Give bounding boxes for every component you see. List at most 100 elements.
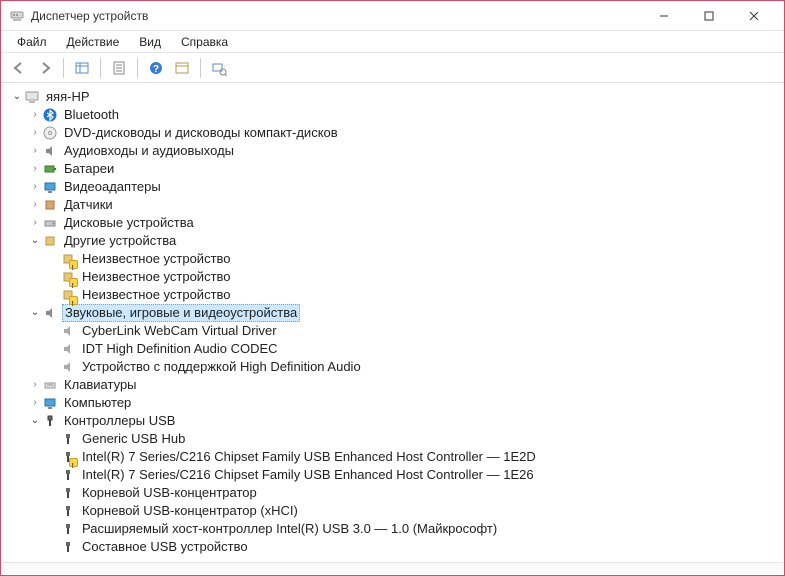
toolbar-separator bbox=[200, 58, 201, 78]
chevron-right-icon[interactable]: › bbox=[28, 198, 42, 212]
tree-node-label: Корневой USB-концентратор bbox=[80, 484, 259, 502]
scan-hardware-button[interactable] bbox=[207, 56, 231, 80]
menu-view[interactable]: Вид bbox=[131, 33, 169, 51]
help-button[interactable]: ? bbox=[144, 56, 168, 80]
tree-node-label: Другие устройства bbox=[62, 232, 178, 250]
tree-node-label: Видеоадаптеры bbox=[62, 178, 163, 196]
tree-category-sound[interactable]: ⌄ Звуковые, игровые и видеоустройства bbox=[6, 304, 783, 322]
display-adapter-icon bbox=[42, 179, 58, 195]
tree-node-label: Bluetooth bbox=[62, 106, 121, 124]
chevron-down-icon[interactable]: ⌄ bbox=[28, 306, 42, 320]
menu-help[interactable]: Справка bbox=[173, 33, 236, 51]
toolbar-separator bbox=[137, 58, 138, 78]
chevron-right-icon[interactable]: › bbox=[28, 162, 42, 176]
tree-node-label: Корневой USB-концентратор (xHCI) bbox=[80, 502, 300, 520]
tree-item-usb-device[interactable]: Расширяемый хост-контроллер Intel(R) USB… bbox=[6, 520, 783, 538]
chevron-down-icon[interactable]: ⌄ bbox=[28, 234, 42, 248]
menu-file[interactable]: Файл bbox=[9, 33, 55, 51]
title-bar: Диспетчер устройств bbox=[1, 1, 784, 31]
svg-text:?: ? bbox=[153, 64, 159, 75]
tree-node-label: Составное USB устройство bbox=[80, 538, 250, 556]
tree-node-label: CyberLink WebCam Virtual Driver bbox=[80, 322, 279, 340]
tree-node-label: Аудиовходы и аудиовыходы bbox=[62, 142, 236, 160]
tree-node-label: Intel(R) 7 Series/C216 Chipset Family US… bbox=[80, 448, 538, 466]
unknown-device-icon bbox=[60, 287, 76, 303]
tree-root[interactable]: ⌄ яяя-HP bbox=[6, 88, 783, 106]
tree-node-label: DVD-дисководы и дисководы компакт-дисков bbox=[62, 124, 340, 142]
tree-category-video-adapters[interactable]: › Видеоадаптеры bbox=[6, 178, 783, 196]
forward-button[interactable] bbox=[33, 56, 57, 80]
tree-category-bluetooth[interactable]: › Bluetooth bbox=[6, 106, 783, 124]
window-title: Диспетчер устройств bbox=[31, 9, 641, 23]
toolbar: ? bbox=[1, 53, 784, 83]
properties-button[interactable] bbox=[107, 56, 131, 80]
usb-device-icon bbox=[60, 503, 76, 519]
sound-device-icon bbox=[60, 359, 76, 375]
tree-node-label: Intel(R) 7 Series/C216 Chipset Family US… bbox=[80, 466, 536, 484]
tree-category-keyboards[interactable]: › Клавиатуры bbox=[6, 376, 783, 394]
usb-device-icon bbox=[60, 431, 76, 447]
close-button[interactable] bbox=[731, 2, 776, 30]
sound-icon bbox=[42, 305, 58, 321]
chevron-right-icon[interactable]: › bbox=[28, 126, 42, 140]
tree-category-disk-drives[interactable]: › Дисковые устройства bbox=[6, 214, 783, 232]
monitor-icon bbox=[42, 395, 58, 411]
tree-item-usb-device[interactable]: Intel(R) 7 Series/C216 Chipset Family US… bbox=[6, 448, 783, 466]
tree-item-usb-device[interactable]: Intel(R) 7 Series/C216 Chipset Family US… bbox=[6, 466, 783, 484]
chevron-right-icon[interactable]: › bbox=[28, 108, 42, 122]
tree-item-usb-device[interactable]: Generic USB Hub bbox=[6, 430, 783, 448]
chevron-right-icon[interactable]: › bbox=[28, 216, 42, 230]
status-bar bbox=[2, 562, 783, 574]
maximize-button[interactable] bbox=[686, 2, 731, 30]
computer-icon bbox=[24, 89, 40, 105]
show-hidden-button[interactable] bbox=[70, 56, 94, 80]
tree-node-label-selected: Звуковые, игровые и видеоустройства bbox=[62, 304, 300, 322]
tree-node-label: IDT High Definition Audio CODEC bbox=[80, 340, 280, 358]
tree-category-other[interactable]: ⌄ Другие устройства bbox=[6, 232, 783, 250]
usb-icon bbox=[42, 413, 58, 429]
usb-device-icon bbox=[60, 521, 76, 537]
tree-category-dvd[interactable]: › DVD-дисководы и дисководы компакт-диск… bbox=[6, 124, 783, 142]
toolbar-separator bbox=[63, 58, 64, 78]
speaker-icon bbox=[42, 143, 58, 159]
sensor-icon bbox=[42, 197, 58, 213]
tree-item-unknown-device[interactable]: Неизвестное устройство bbox=[6, 268, 783, 286]
window-controls bbox=[641, 2, 776, 30]
other-devices-icon bbox=[42, 233, 58, 249]
chevron-right-icon[interactable]: › bbox=[28, 378, 42, 392]
tree-category-usb[interactable]: ⌄ Контроллеры USB bbox=[6, 412, 783, 430]
usb-device-icon bbox=[60, 539, 76, 555]
menu-action[interactable]: Действие bbox=[59, 33, 128, 51]
tree-item-usb-device[interactable]: Корневой USB-концентратор (xHCI) bbox=[6, 502, 783, 520]
device-tree[interactable]: ⌄ яяя-HP › Bluetooth › DVD-дисководы и д… bbox=[2, 84, 783, 561]
tree-category-sensors[interactable]: › Датчики bbox=[6, 196, 783, 214]
tree-item-unknown-device[interactable]: Неизвестное устройство bbox=[6, 286, 783, 304]
keyboard-icon bbox=[42, 377, 58, 393]
disk-icon bbox=[42, 215, 58, 231]
sound-device-icon bbox=[60, 341, 76, 357]
tree-item-sound-device[interactable]: Устройство с поддержкой High Definition … bbox=[6, 358, 783, 376]
chevron-right-icon[interactable]: › bbox=[28, 144, 42, 158]
tree-node-label: Неизвестное устройство bbox=[80, 268, 233, 286]
unknown-device-icon bbox=[60, 251, 76, 267]
chevron-down-icon[interactable]: ⌄ bbox=[28, 414, 42, 428]
menu-bar: Файл Действие Вид Справка bbox=[1, 31, 784, 53]
tree-category-computer[interactable]: › Компьютер bbox=[6, 394, 783, 412]
tree-item-sound-device[interactable]: IDT High Definition Audio CODEC bbox=[6, 340, 783, 358]
minimize-button[interactable] bbox=[641, 2, 686, 30]
battery-icon bbox=[42, 161, 58, 177]
chevron-right-icon[interactable]: › bbox=[28, 396, 42, 410]
chevron-down-icon[interactable]: ⌄ bbox=[10, 90, 24, 104]
tree-item-unknown-device[interactable]: Неизвестное устройство bbox=[6, 250, 783, 268]
tree-category-audio-io[interactable]: › Аудиовходы и аудиовыходы bbox=[6, 142, 783, 160]
tree-item-usb-device[interactable]: Составное USB устройство bbox=[6, 538, 783, 556]
tree-node-label: Компьютер bbox=[62, 394, 133, 412]
tree-container: ⌄ яяя-HP › Bluetooth › DVD-дисководы и д… bbox=[2, 84, 783, 561]
scan-button[interactable] bbox=[170, 56, 194, 80]
back-button[interactable] bbox=[7, 56, 31, 80]
tree-node-label: Датчики bbox=[62, 196, 115, 214]
chevron-right-icon[interactable]: › bbox=[28, 180, 42, 194]
tree-item-usb-device[interactable]: Корневой USB-концентратор bbox=[6, 484, 783, 502]
tree-category-batteries[interactable]: › Батареи bbox=[6, 160, 783, 178]
tree-item-sound-device[interactable]: CyberLink WebCam Virtual Driver bbox=[6, 322, 783, 340]
